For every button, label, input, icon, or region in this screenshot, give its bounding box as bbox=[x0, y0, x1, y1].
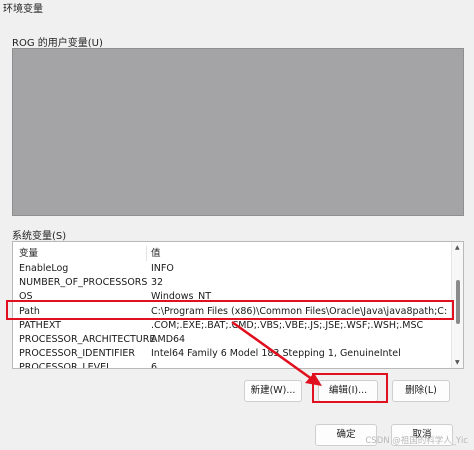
table-row[interactable]: PROCESSOR_ARCHITECTURE AMD64 bbox=[13, 332, 451, 347]
var-value: AMD64 bbox=[151, 334, 186, 345]
table-row[interactable]: PROCESSOR_IDENTIFIER Intel64 Family 6 Mo… bbox=[13, 346, 451, 361]
var-name: PROCESSOR_ARCHITECTURE bbox=[19, 334, 156, 345]
system-vars-label: 系统变量(S) bbox=[12, 231, 67, 242]
var-name: NUMBER_OF_PROCESSORS bbox=[19, 277, 148, 288]
var-name: PROCESSOR_IDENTIFIER bbox=[19, 348, 136, 359]
edit-button-highlight bbox=[312, 373, 388, 403]
user-vars-label: ROG 的用户变量(U) bbox=[12, 38, 103, 49]
var-name: EnableLog bbox=[19, 263, 69, 274]
var-value: 32 bbox=[151, 277, 164, 288]
header-name[interactable]: 变量 bbox=[19, 246, 38, 261]
path-row-highlight bbox=[6, 300, 454, 320]
var-value: .COM;.EXE;.BAT;.CMD;.VBS;.VBE;.JS;.JSE;.… bbox=[151, 320, 424, 331]
list-header: 变量 值 bbox=[13, 246, 451, 261]
user-vars-list[interactable] bbox=[12, 48, 464, 216]
scroll-up-icon[interactable]: ▲ bbox=[455, 244, 460, 251]
title-bar: 环境变量 bbox=[0, 0, 474, 15]
new-button[interactable]: 新建(W)... bbox=[244, 380, 302, 402]
scroll-down-icon[interactable]: ▼ bbox=[455, 359, 460, 366]
var-value: 6 bbox=[151, 362, 158, 369]
var-name: PATHEXT bbox=[19, 320, 61, 331]
delete-button[interactable]: 删除(L) bbox=[392, 380, 450, 402]
var-name: PROCESSOR_LEVEL bbox=[19, 362, 112, 369]
table-row[interactable]: EnableLog INFO bbox=[13, 261, 451, 276]
table-row[interactable]: PATHEXT .COM;.EXE;.BAT;.CMD;.VBS;.VBE;.J… bbox=[13, 318, 451, 333]
var-value: INFO bbox=[151, 263, 174, 274]
table-row[interactable]: PROCESSOR_LEVEL 6 bbox=[13, 360, 451, 369]
scroll-thumb[interactable] bbox=[456, 280, 460, 324]
table-row[interactable]: NUMBER_OF_PROCESSORS 32 bbox=[13, 275, 451, 290]
window-title: 环境变量 bbox=[3, 4, 43, 15]
column-divider[interactable] bbox=[146, 246, 147, 261]
var-value: Intel64 Family 6 Model 183 Stepping 1, G… bbox=[151, 348, 401, 359]
header-value[interactable]: 值 bbox=[151, 246, 447, 261]
watermark: CSDN @祖国的科学人_Yic bbox=[365, 436, 468, 446]
